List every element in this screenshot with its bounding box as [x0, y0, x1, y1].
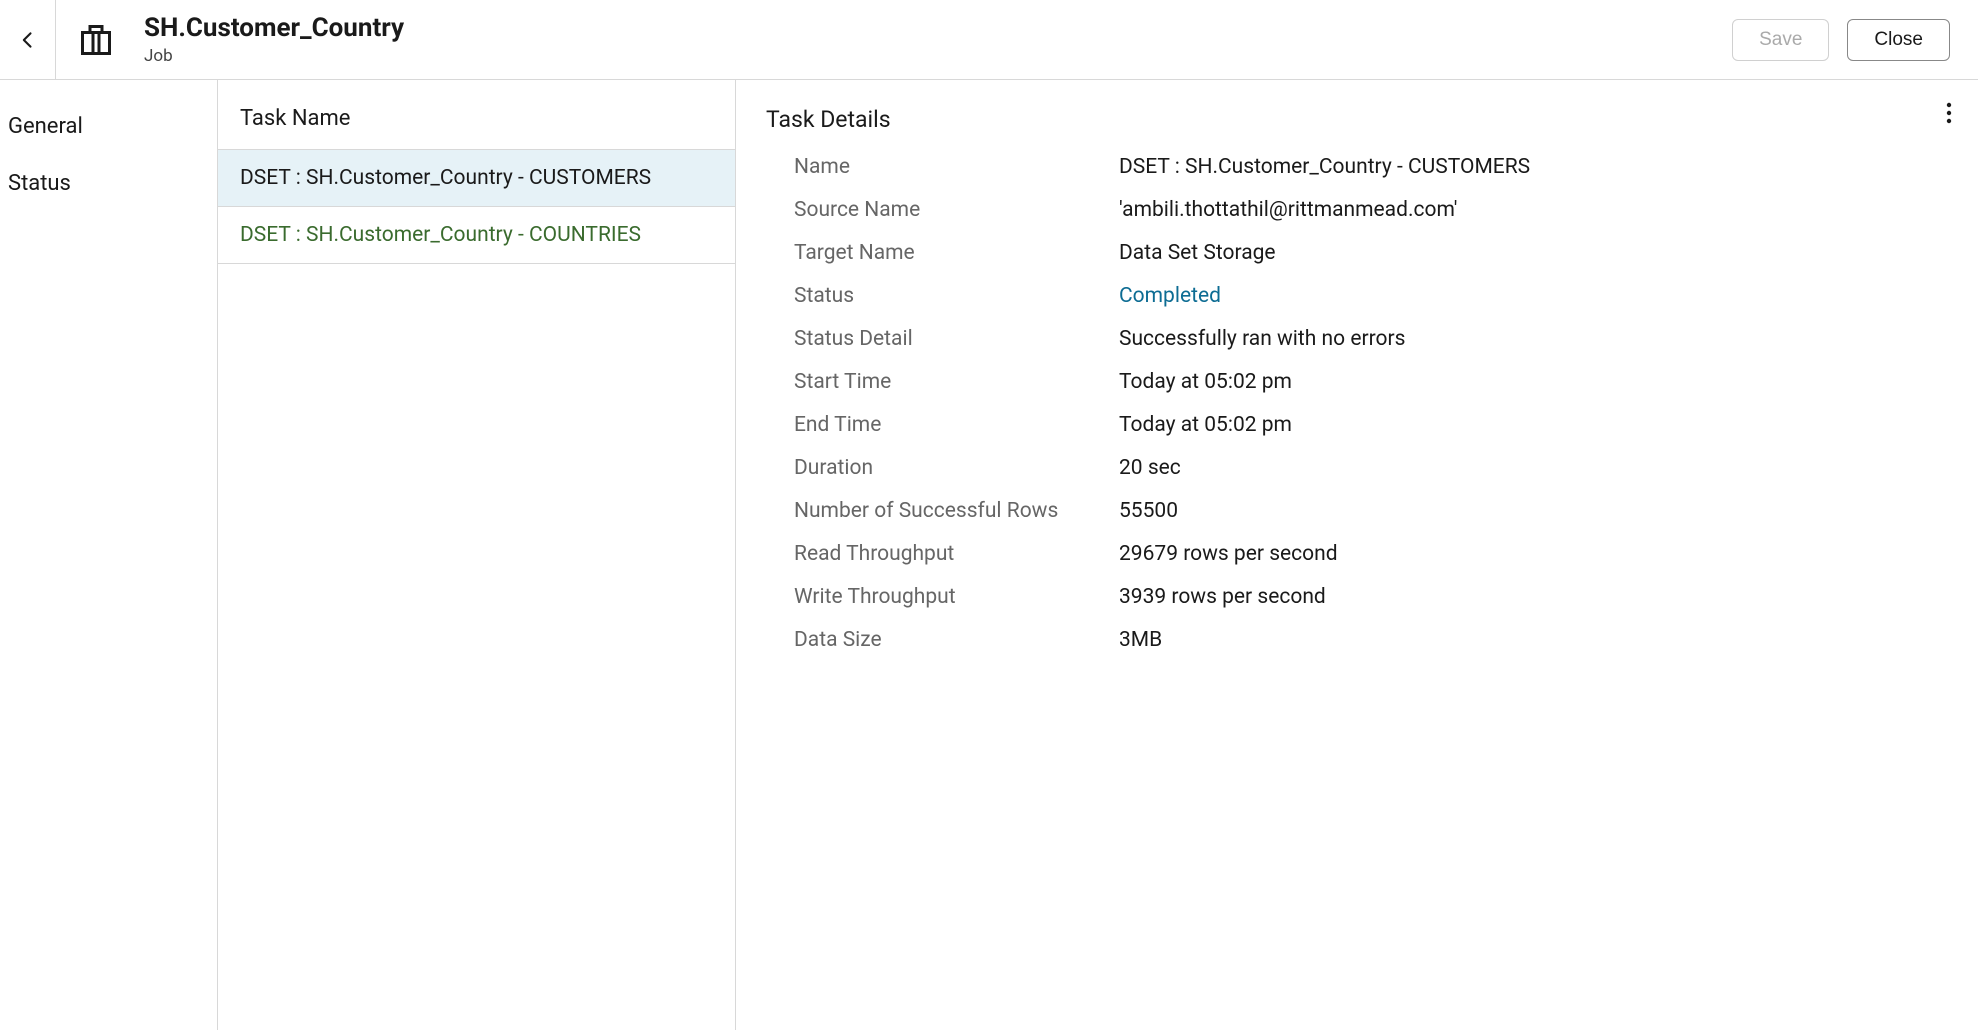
detail-row: Target NameData Set Storage: [766, 231, 1948, 274]
more-actions-button[interactable]: [1934, 98, 1964, 128]
detail-value: Successfully ran with no errors: [1119, 327, 1948, 351]
detail-row: Start TimeToday at 05:02 pm: [766, 360, 1948, 403]
task-item[interactable]: DSET : SH.Customer_Country - CUSTOMERS: [218, 149, 735, 207]
detail-row: Number of Successful Rows55500: [766, 489, 1948, 532]
detail-value: 20 sec: [1119, 456, 1948, 480]
detail-row: Duration20 sec: [766, 446, 1948, 489]
kebab-icon: [1946, 102, 1952, 124]
detail-label: Status Detail: [794, 327, 1119, 351]
detail-row: End TimeToday at 05:02 pm: [766, 403, 1948, 446]
detail-label: Target Name: [794, 241, 1119, 265]
detail-label: End Time: [794, 413, 1119, 437]
detail-label: Number of Successful Rows: [794, 499, 1119, 523]
detail-label: Read Throughput: [794, 542, 1119, 566]
task-item[interactable]: DSET : SH.Customer_Country - COUNTRIES: [218, 207, 735, 264]
page-subtitle: Job: [144, 46, 1732, 66]
title-block: SH.Customer_Country Job: [136, 13, 1732, 67]
status-value: Completed: [1119, 284, 1948, 308]
task-list-header: Task Name: [218, 98, 735, 149]
details-title: Task Details: [766, 106, 1948, 133]
detail-value: 3MB: [1119, 628, 1948, 652]
detail-value: Data Set Storage: [1119, 241, 1948, 265]
page-title: SH.Customer_Country: [144, 13, 1732, 44]
save-button[interactable]: Save: [1732, 19, 1829, 61]
header-actions: Save Close: [1732, 19, 1978, 61]
detail-value: 55500: [1119, 499, 1948, 523]
detail-label: Start Time: [794, 370, 1119, 394]
sidebar-item-status[interactable]: Status: [0, 155, 217, 212]
detail-row: Data Size3MB: [766, 618, 1948, 661]
detail-value: 29679 rows per second: [1119, 542, 1948, 566]
detail-label: Status: [794, 284, 1119, 308]
detail-value: DSET : SH.Customer_Country - CUSTOMERS: [1119, 155, 1948, 179]
detail-label: Name: [794, 155, 1119, 179]
details-panel: Task Details NameDSET : SH.Customer_Coun…: [736, 80, 1978, 1030]
briefcase-icon: [78, 22, 114, 58]
sidebar-item-general[interactable]: General: [0, 98, 217, 155]
detail-row: Source Name'ambili.thottathil@rittmanmea…: [766, 188, 1948, 231]
detail-value: 3939 rows per second: [1119, 585, 1948, 609]
content: General Status Task Name DSET : SH.Custo…: [0, 80, 1978, 1030]
back-button[interactable]: [0, 0, 56, 80]
detail-value: 'ambili.thottathil@rittmanmead.com': [1119, 198, 1948, 222]
detail-row: StatusCompleted: [766, 274, 1948, 317]
sidebar-nav: General Status: [0, 80, 218, 1030]
detail-row: Status DetailSuccessfully ran with no er…: [766, 317, 1948, 360]
job-icon-wrap: [56, 0, 136, 80]
detail-row: Write Throughput3939 rows per second: [766, 575, 1948, 618]
detail-value: Today at 05:02 pm: [1119, 370, 1948, 394]
chevron-left-icon: [18, 30, 38, 50]
detail-label: Data Size: [794, 628, 1119, 652]
detail-label: Duration: [794, 456, 1119, 480]
detail-label: Write Throughput: [794, 585, 1119, 609]
page-header: SH.Customer_Country Job Save Close: [0, 0, 1978, 80]
detail-value: Today at 05:02 pm: [1119, 413, 1948, 437]
detail-row: Read Throughput29679 rows per second: [766, 532, 1948, 575]
close-button[interactable]: Close: [1847, 19, 1950, 61]
task-list: Task Name DSET : SH.Customer_Country - C…: [218, 80, 736, 1030]
detail-label: Source Name: [794, 198, 1119, 222]
detail-row: NameDSET : SH.Customer_Country - CUSTOME…: [766, 145, 1948, 188]
